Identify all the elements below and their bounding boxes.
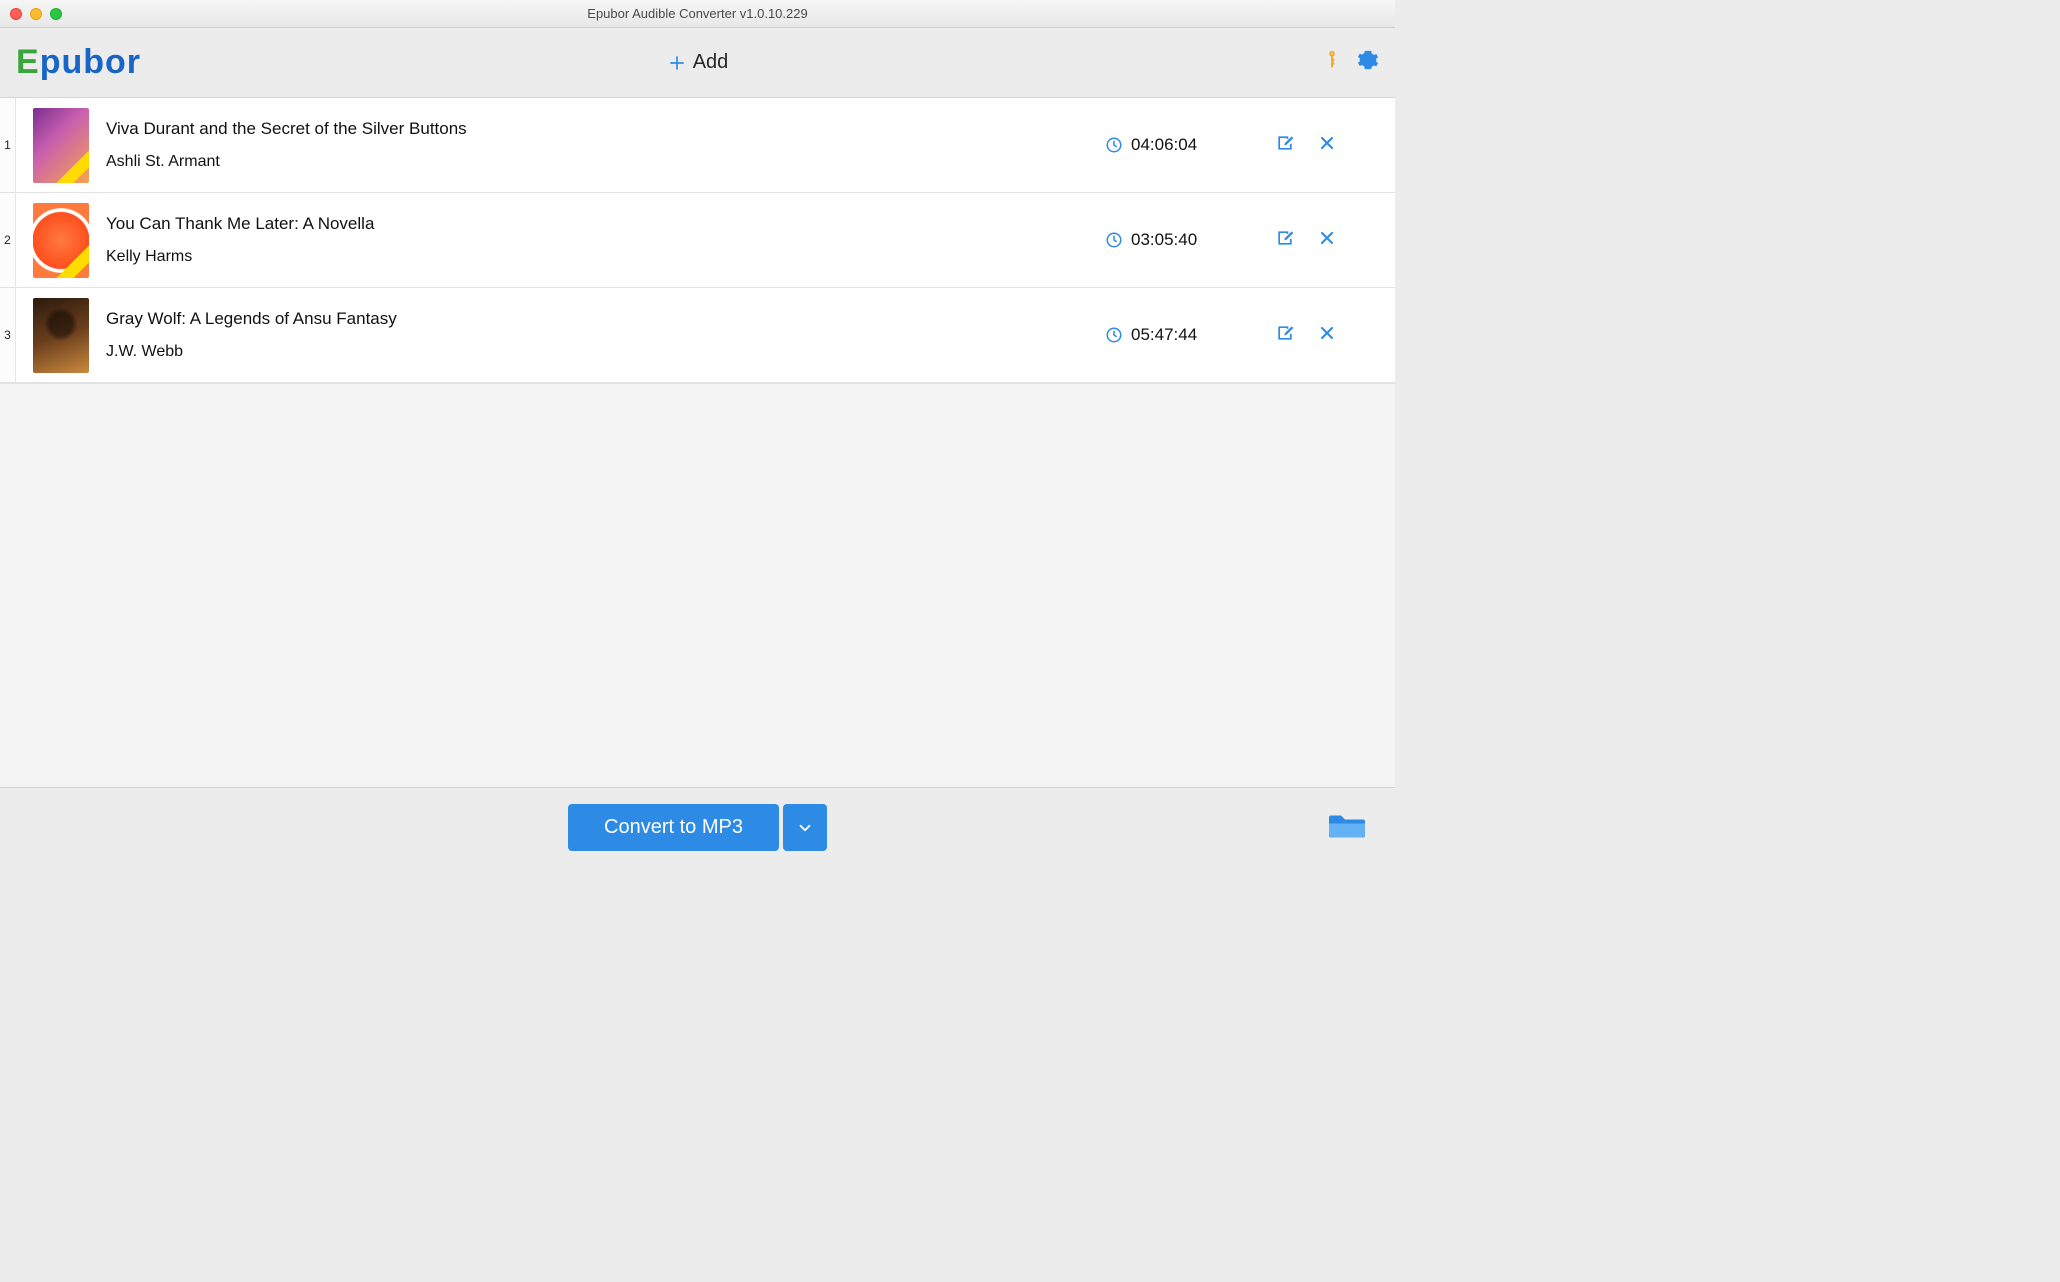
clock-icon (1105, 231, 1123, 249)
close-icon (1317, 133, 1337, 153)
book-title: Gray Wolf: A Legends of Ansu Fantasy (106, 309, 1095, 329)
chevron-down-icon (796, 819, 814, 837)
duration: 03:05:40 (1105, 230, 1275, 250)
convert-button[interactable]: Convert to MP3 (568, 804, 779, 851)
edit-icon (1275, 133, 1295, 153)
edit-button[interactable] (1275, 228, 1295, 253)
list-item[interactable]: 3 Gray Wolf: A Legends of Ansu Fantasy J.W… (0, 288, 1395, 383)
window-controls (10, 8, 62, 20)
close-button[interactable] (10, 8, 22, 20)
titlebar: Epubor Audible Converter v1.0.10.229 (0, 0, 1395, 28)
add-button[interactable]: Add (667, 51, 729, 74)
file-list: 1 Viva Durant and the Secret of the Silve… (0, 98, 1395, 383)
cover-col (16, 108, 106, 183)
edit-icon (1275, 323, 1295, 343)
minimize-button[interactable] (30, 8, 42, 20)
info-col: Gray Wolf: A Legends of Ansu Fantasy J.W.… (106, 309, 1105, 361)
edit-button[interactable] (1275, 133, 1295, 158)
book-cover (33, 108, 89, 183)
edit-icon (1275, 228, 1295, 248)
settings-icon[interactable] (1357, 49, 1379, 76)
plus-icon (667, 53, 687, 73)
info-col: Viva Durant and the Secret of the Silver… (106, 119, 1105, 171)
window-title: Epubor Audible Converter v1.0.10.229 (0, 6, 1395, 21)
cover-col (16, 298, 106, 373)
clock-icon (1105, 136, 1123, 154)
app-logo: Epubor (16, 43, 141, 82)
row-index: 2 (0, 193, 16, 287)
duration-text: 05:47:44 (1131, 325, 1197, 345)
book-title: You Can Thank Me Later: A Novella (106, 214, 1095, 234)
remove-button[interactable] (1317, 323, 1337, 348)
open-output-folder-button[interactable] (1327, 809, 1367, 846)
add-button-wrap: Add (0, 51, 1395, 74)
list-item[interactable]: 1 Viva Durant and the Secret of the Silve… (0, 98, 1395, 193)
add-label: Add (693, 51, 729, 74)
book-author: Kelly Harms (106, 248, 1095, 266)
book-cover (33, 298, 89, 373)
row-actions (1275, 228, 1395, 253)
duration-text: 04:06:04 (1131, 135, 1197, 155)
logo-letter: E (16, 43, 40, 81)
cover-col (16, 203, 106, 278)
remove-button[interactable] (1317, 133, 1337, 158)
toolbar-right (1321, 49, 1379, 76)
maximize-button[interactable] (50, 8, 62, 20)
folder-icon (1327, 809, 1367, 841)
row-index: 1 (0, 98, 16, 192)
book-cover (33, 203, 89, 278)
duration: 04:06:04 (1105, 135, 1275, 155)
book-title: Viva Durant and the Secret of the Silver… (106, 119, 1095, 139)
close-icon (1317, 323, 1337, 343)
logo-rest: pubor (40, 43, 141, 81)
row-actions (1275, 323, 1395, 348)
edit-button[interactable] (1275, 323, 1295, 348)
toolbar: Epubor Add (0, 28, 1395, 98)
bottom-bar: Convert to MP3 (0, 787, 1395, 867)
duration: 05:47:44 (1105, 325, 1275, 345)
convert-format-dropdown[interactable] (783, 804, 827, 851)
clock-icon (1105, 326, 1123, 344)
row-actions (1275, 133, 1395, 158)
remove-button[interactable] (1317, 228, 1337, 253)
convert-group: Convert to MP3 (568, 804, 827, 851)
close-icon (1317, 228, 1337, 248)
list-item[interactable]: 2 You Can Thank Me Later: A Novella Kelly … (0, 193, 1395, 288)
empty-area (0, 383, 1395, 787)
book-author: Ashli St. Armant (106, 153, 1095, 171)
book-author: J.W. Webb (106, 343, 1095, 361)
duration-text: 03:05:40 (1131, 230, 1197, 250)
info-col: You Can Thank Me Later: A Novella Kelly H… (106, 214, 1105, 266)
row-index: 3 (0, 288, 16, 382)
key-icon[interactable] (1321, 49, 1343, 76)
